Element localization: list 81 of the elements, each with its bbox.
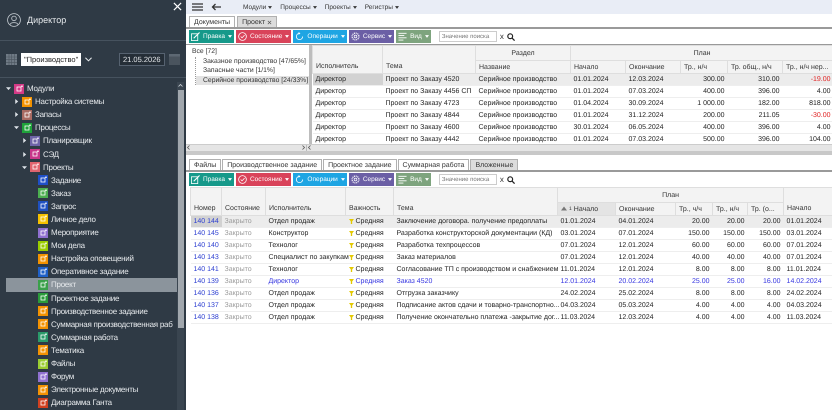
tree-item[interactable]: Процессы <box>6 121 177 134</box>
caret-icon <box>340 35 345 38</box>
funnel-icon <box>348 230 354 236</box>
check-circle-icon <box>238 175 247 184</box>
caret-icon <box>424 35 429 38</box>
scroll-up-icon[interactable] <box>177 82 184 89</box>
user-avatar-icon <box>7 13 21 27</box>
tree-item[interactable]: Проекты <box>6 160 177 174</box>
search-icon[interactable] <box>506 32 515 40</box>
edit-icon <box>191 32 200 41</box>
chevron-down-icon[interactable] <box>85 56 92 62</box>
gear-icon <box>350 32 360 41</box>
tree-item[interactable]: Запрос <box>6 200 177 213</box>
close-icon[interactable] <box>267 20 272 24</box>
funnel-icon <box>348 278 354 284</box>
scroll-left-icon[interactable] <box>307 145 312 150</box>
caret-icon[interactable] <box>14 99 19 104</box>
tree-item[interactable]: Производственное задание <box>6 304 177 318</box>
tree-item[interactable]: Модули <box>6 82 177 96</box>
tree-item[interactable]: СЭД <box>6 147 177 161</box>
caret-icon <box>394 6 399 8</box>
tree-item[interactable]: Настройка системы <box>6 95 177 108</box>
caret-icon <box>388 35 392 38</box>
tree-item[interactable]: Суммарная производственная раб <box>6 318 177 331</box>
funnel-icon <box>348 290 354 296</box>
caret-icon[interactable] <box>6 86 11 92</box>
funnel-icon <box>348 314 354 320</box>
tree-item[interactable]: Настройка оповещений <box>6 252 177 266</box>
calendar-icon[interactable] <box>6 54 17 64</box>
caret-icon <box>340 178 345 181</box>
gear-icon <box>350 175 360 184</box>
search-icon[interactable] <box>506 176 515 184</box>
caret-icon[interactable] <box>14 125 19 130</box>
menu-icon[interactable] <box>192 3 203 11</box>
check-circle-icon <box>238 32 247 41</box>
list-icon <box>398 32 408 41</box>
funnel-icon <box>348 218 354 224</box>
clear-search-button[interactable]: x <box>498 32 505 41</box>
caret-icon <box>285 178 290 181</box>
scroll-left-icon[interactable] <box>186 145 191 150</box>
caret-icon <box>352 6 357 8</box>
tree-item[interactable]: Мероприятие <box>6 226 177 240</box>
vertical-scrollbar[interactable] <box>177 82 184 410</box>
clear-search-button[interactable]: x <box>498 175 505 184</box>
caret-icon[interactable] <box>14 112 19 118</box>
caret-icon <box>228 178 232 181</box>
refresh-icon <box>295 32 304 41</box>
tree-item[interactable]: Оперативное задание <box>6 265 177 278</box>
user-name: Директор <box>27 15 66 25</box>
tree-item[interactable]: Заказ <box>6 186 177 200</box>
tree-item[interactable]: Запасы <box>6 108 177 122</box>
tree-item[interactable]: Тематика <box>6 344 177 357</box>
funnel-icon <box>348 242 354 248</box>
funnel-icon <box>348 302 354 308</box>
caret-icon <box>388 178 392 181</box>
tree-item[interactable]: Форум <box>6 370 177 384</box>
tree-item[interactable]: Файлы <box>6 356 177 370</box>
tree-item[interactable]: Суммарная работа <box>6 330 177 344</box>
tree-item[interactable]: Мои дела <box>6 239 177 252</box>
tree-item[interactable]: Личное дело <box>6 212 177 226</box>
tree-item[interactable]: Проектное задание <box>6 292 177 305</box>
scroll-right-icon[interactable] <box>301 145 306 150</box>
caret-icon <box>285 35 290 38</box>
tree-item[interactable]: Электронные документы <box>6 383 177 396</box>
funnel-icon <box>348 254 354 260</box>
caret-icon <box>228 35 232 38</box>
caret-icon[interactable] <box>22 164 27 170</box>
tree-item[interactable]: Планировщик <box>6 134 177 148</box>
tree-item[interactable]: Задание <box>6 174 177 187</box>
list-icon <box>398 175 408 184</box>
horizontal-scrollbar[interactable] <box>186 145 306 151</box>
caret-icon <box>424 178 429 181</box>
tree-item[interactable]: Диаграмма Ганта <box>6 396 177 410</box>
caret-icon[interactable] <box>22 152 27 157</box>
back-arrow-icon[interactable] <box>211 3 221 11</box>
caret-icon[interactable] <box>22 138 27 144</box>
edit-icon <box>191 175 200 184</box>
caret-icon <box>312 6 317 8</box>
funnel-icon <box>348 266 354 272</box>
caret-icon <box>268 6 272 8</box>
refresh-icon <box>295 175 304 184</box>
